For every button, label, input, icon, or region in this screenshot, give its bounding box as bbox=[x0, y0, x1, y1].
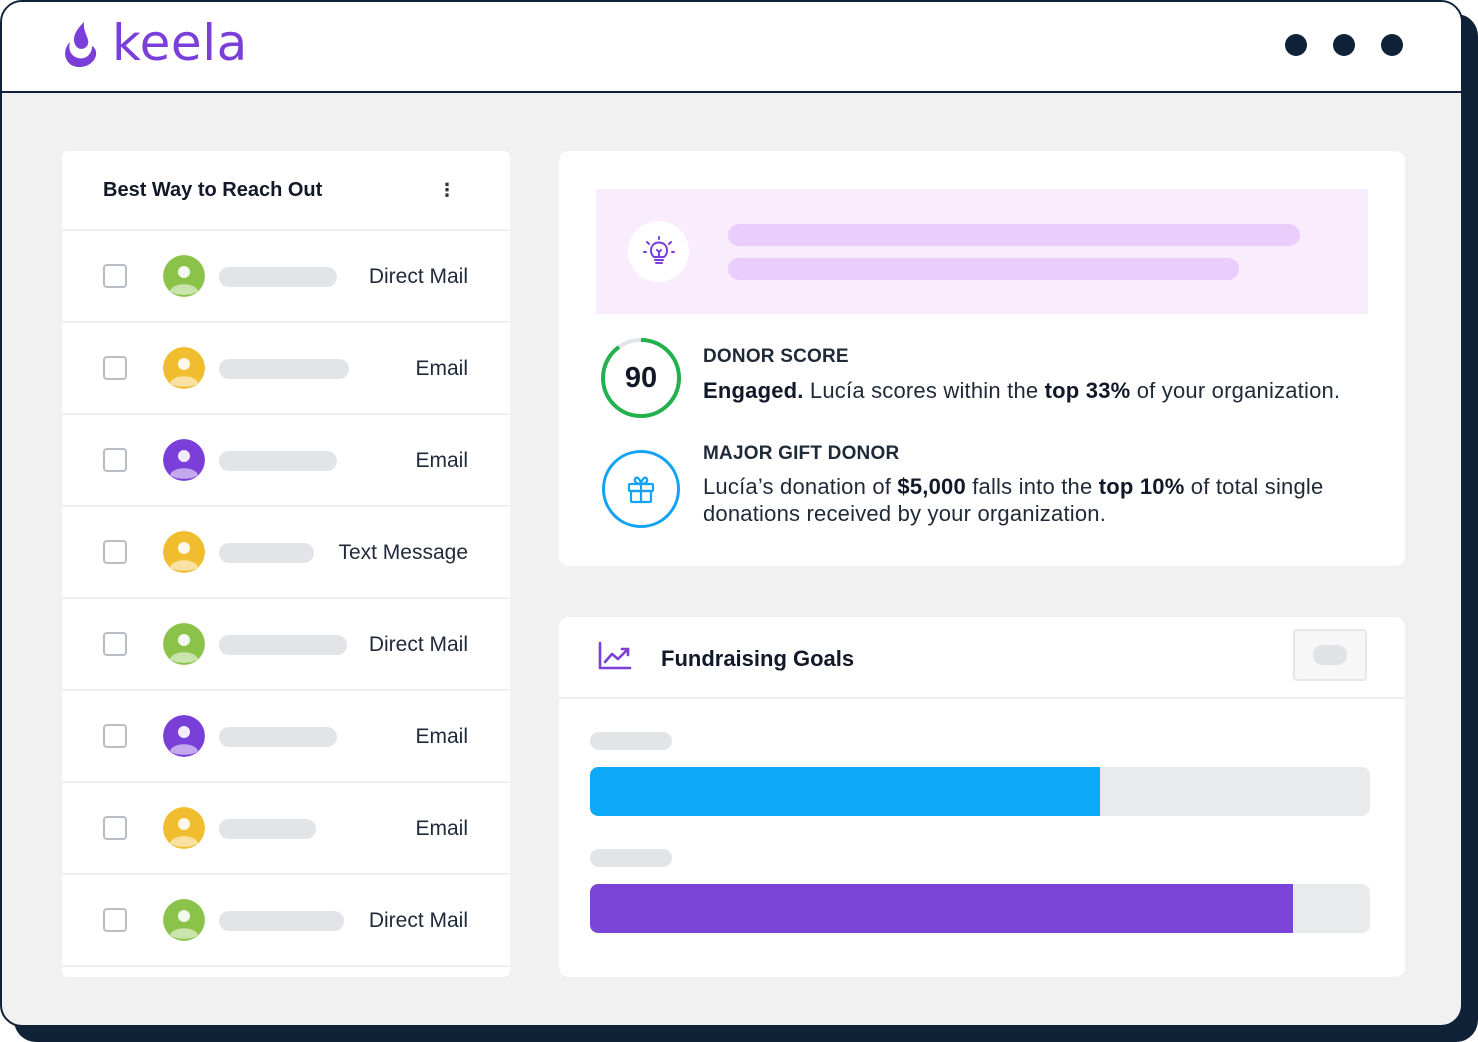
contact-name-placeholder bbox=[219, 911, 344, 931]
dot bbox=[1333, 34, 1355, 56]
trending-up-chart-icon bbox=[598, 641, 632, 670]
keela-logo[interactable]: keela bbox=[62, 14, 248, 72]
contact-row[interactable]: Direct Mail bbox=[62, 599, 510, 691]
goals-header: Fundraising Goals bbox=[559, 617, 1405, 699]
contact-name-placeholder bbox=[219, 359, 349, 379]
insight-banner bbox=[596, 189, 1368, 314]
donor-score-description: Engaged. Lucía scores within the top 33%… bbox=[703, 377, 1363, 404]
contact-channel: Text Message bbox=[338, 541, 468, 564]
insight-text-placeholder bbox=[728, 224, 1300, 246]
contact-channel: Direct Mail bbox=[368, 265, 468, 288]
vertical-ellipsis-icon[interactable]: ⋮ bbox=[438, 181, 456, 199]
row-checkbox[interactable] bbox=[103, 816, 127, 840]
button-placeholder bbox=[1313, 645, 1347, 665]
gift-text: falls into the bbox=[965, 474, 1099, 499]
major-gift-label: MAJOR GIFT DONOR bbox=[703, 443, 900, 464]
panel-header: Best Way to Reach Out ⋮ bbox=[62, 151, 510, 231]
goal-progress-bar bbox=[590, 884, 1370, 933]
contact-channel: Email bbox=[415, 449, 468, 472]
contact-name-placeholder bbox=[219, 635, 347, 655]
goal-label-placeholder bbox=[590, 849, 672, 867]
score-text: Lucía scores within the bbox=[803, 378, 1045, 403]
donation-amount: $5,000 bbox=[897, 474, 966, 499]
avatar bbox=[163, 439, 205, 481]
contact-channel: Email bbox=[415, 817, 468, 840]
goals-toggle-button[interactable] bbox=[1293, 629, 1367, 681]
logo-text: keela bbox=[112, 14, 248, 72]
lightbulb-icon bbox=[628, 221, 689, 282]
row-checkbox[interactable] bbox=[103, 540, 127, 564]
avatar bbox=[163, 347, 205, 389]
avatar bbox=[163, 255, 205, 297]
score-percentile: top 33% bbox=[1044, 378, 1131, 403]
keela-flame-icon bbox=[65, 22, 97, 68]
row-checkbox[interactable] bbox=[103, 356, 127, 380]
contact-row[interactable]: Direct Mail bbox=[62, 231, 510, 323]
contact-name-placeholder bbox=[219, 819, 316, 839]
row-checkbox[interactable] bbox=[103, 632, 127, 656]
contact-channel: Direct Mail bbox=[368, 909, 468, 932]
contact-name-placeholder bbox=[219, 543, 314, 563]
panel-title: Best Way to Reach Out bbox=[103, 179, 323, 201]
donor-score-value: 90 bbox=[624, 361, 658, 394]
engagement-status: Engaged. bbox=[703, 378, 804, 403]
contact-channel: Direct Mail bbox=[368, 633, 468, 656]
contact-row[interactable]: Email bbox=[62, 691, 510, 783]
goals-title: Fundraising Goals bbox=[661, 646, 855, 671]
row-checkbox[interactable] bbox=[103, 908, 127, 932]
row-checkbox[interactable] bbox=[103, 448, 127, 472]
goal-progress-bar bbox=[590, 767, 1370, 816]
dot bbox=[1381, 34, 1403, 56]
avatar bbox=[163, 623, 205, 665]
donor-insights-card: 90 DONOR SCORE Engaged. Lucía scores wit… bbox=[559, 151, 1405, 566]
contact-name-placeholder bbox=[219, 727, 337, 747]
app-window: keela Best Way to Reach Out ⋮ Direct Mai… bbox=[0, 0, 1463, 1027]
row-checkbox[interactable] bbox=[103, 724, 127, 748]
contact-name-placeholder bbox=[219, 451, 337, 471]
goal-progress-fill bbox=[590, 884, 1293, 933]
contact-channel: Email bbox=[415, 725, 468, 748]
avatar bbox=[163, 807, 205, 849]
row-checkbox[interactable] bbox=[103, 264, 127, 288]
contact-row[interactable]: Text Message bbox=[62, 507, 510, 599]
avatar bbox=[163, 899, 205, 941]
major-gift-description: Lucía’s donation of $5,000 falls into th… bbox=[703, 473, 1363, 527]
insight-text-placeholder bbox=[728, 258, 1239, 280]
contact-row[interactable]: Email bbox=[62, 415, 510, 507]
dot bbox=[1285, 34, 1307, 56]
donor-score-label: DONOR SCORE bbox=[703, 346, 849, 367]
contact-row[interactable]: Direct Mail bbox=[62, 875, 510, 967]
contact-name-placeholder bbox=[219, 267, 337, 287]
avatar bbox=[163, 531, 205, 573]
contact-channel: Email bbox=[415, 357, 468, 380]
gift-percentile: top 10% bbox=[1098, 474, 1185, 499]
avatar bbox=[163, 715, 205, 757]
best-way-to-reach-out-panel: Best Way to Reach Out ⋮ Direct Mail Email… bbox=[62, 151, 510, 977]
score-text: of your organization. bbox=[1130, 378, 1341, 403]
gift-icon bbox=[602, 450, 680, 528]
contact-row[interactable]: Email bbox=[62, 323, 510, 415]
contact-row[interactable]: Email bbox=[62, 783, 510, 875]
window-dots-icon[interactable] bbox=[1285, 34, 1403, 56]
goal-label-placeholder bbox=[590, 732, 672, 750]
top-bar: keela bbox=[2, 2, 1461, 93]
goal-progress-fill bbox=[590, 767, 1101, 816]
fundraising-goals-card: Fundraising Goals bbox=[559, 617, 1405, 977]
gift-text: Lucía’s donation of bbox=[703, 474, 898, 499]
contact-list: Direct Mail Email Email Text Message Direct … bbox=[62, 231, 510, 967]
